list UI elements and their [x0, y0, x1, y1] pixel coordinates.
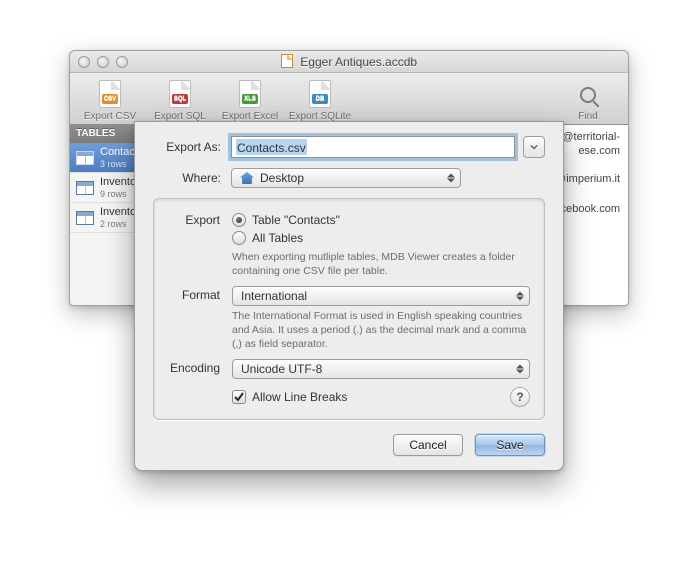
document-icon [281, 54, 293, 68]
format-hint: The International Format is used in Engl… [232, 309, 530, 351]
radio-export-table-label: Table "Contacts" [252, 213, 340, 227]
close-window-button[interactable] [78, 56, 90, 68]
allow-line-breaks-checkbox[interactable]: Allow Line Breaks [232, 388, 347, 406]
encoding-value: Unicode UTF-8 [241, 362, 322, 376]
export-as-value: Contacts.csv [236, 139, 307, 155]
where-label: Where: [153, 171, 231, 185]
sheet-button-row: Cancel Save [153, 434, 545, 456]
radio-export-table[interactable]: Table "Contacts" [232, 211, 530, 229]
options-box: Export Table "Contacts" All Tables When … [153, 198, 545, 420]
chevron-down-icon [530, 143, 538, 151]
radio-export-all[interactable]: All Tables [232, 229, 530, 247]
where-value: Desktop [260, 171, 304, 185]
save-button[interactable]: Save [475, 434, 545, 456]
export-as-input[interactable]: Contacts.csv [231, 136, 515, 158]
toolbar-export-sqlite[interactable]: DB Export SQLite [286, 80, 354, 122]
toolbar-export-csv[interactable]: CSV Export CSV [76, 80, 144, 122]
search-icon [580, 87, 596, 103]
cell-peek: acebook.com [555, 203, 620, 215]
export-scope-hint: When exporting mutliple tables, MDB View… [232, 250, 530, 278]
db-file-icon: DB [309, 80, 331, 108]
checkbox-icon [232, 390, 246, 404]
table-icon [76, 211, 94, 225]
updown-arrows-icon [446, 174, 456, 183]
toolbar-find[interactable]: Find [554, 80, 622, 122]
radio-icon [232, 213, 246, 227]
checkmark-icon [233, 391, 245, 403]
table-icon [76, 181, 94, 195]
encoding-select[interactable]: Unicode UTF-8 [232, 359, 530, 379]
format-value: International [241, 289, 307, 303]
export-as-label: Export As: [153, 140, 231, 154]
window-title-text: Egger Antiques.accdb [300, 55, 417, 69]
minimize-window-button[interactable] [97, 56, 109, 68]
table-icon [76, 151, 94, 165]
cancel-button[interactable]: Cancel [393, 434, 463, 456]
updown-arrows-icon [515, 365, 525, 374]
window-title: Egger Antiques.accdb [70, 54, 628, 69]
radio-icon [232, 231, 246, 245]
format-label: Format [168, 286, 232, 351]
question-mark-icon: ? [516, 391, 523, 403]
toolbar-export-excel[interactable]: XLS Export Excel [216, 80, 284, 122]
window-controls [70, 56, 128, 68]
format-select[interactable]: International [232, 286, 530, 306]
cell-peek: @imperium.it [555, 173, 620, 185]
toolbar: CSV Export CSV SQL Export SQL XLS Export… [70, 73, 628, 125]
encoding-label: Encoding [168, 359, 232, 379]
csv-file-icon: CSV [99, 80, 121, 108]
xls-file-icon: XLS [239, 80, 261, 108]
save-panel-disclosure-button[interactable] [523, 136, 545, 158]
zoom-window-button[interactable] [116, 56, 128, 68]
cell-peek: ese.com [578, 145, 620, 157]
sql-file-icon: SQL [169, 80, 191, 108]
toolbar-export-sql[interactable]: SQL Export SQL [146, 80, 214, 122]
allow-line-breaks-label: Allow Line Breaks [252, 390, 347, 404]
where-select[interactable]: Desktop [231, 168, 461, 188]
export-scope-label: Export [168, 211, 232, 278]
updown-arrows-icon [515, 292, 525, 301]
export-sheet: Export As: Contacts.csv Where: Desktop E… [134, 121, 564, 471]
desktop-icon [240, 172, 254, 184]
help-button[interactable]: ? [510, 387, 530, 407]
radio-export-all-label: All Tables [252, 231, 303, 245]
main-window: Egger Antiques.accdb CSV Export CSV SQL … [69, 50, 629, 306]
titlebar: Egger Antiques.accdb [70, 51, 628, 73]
